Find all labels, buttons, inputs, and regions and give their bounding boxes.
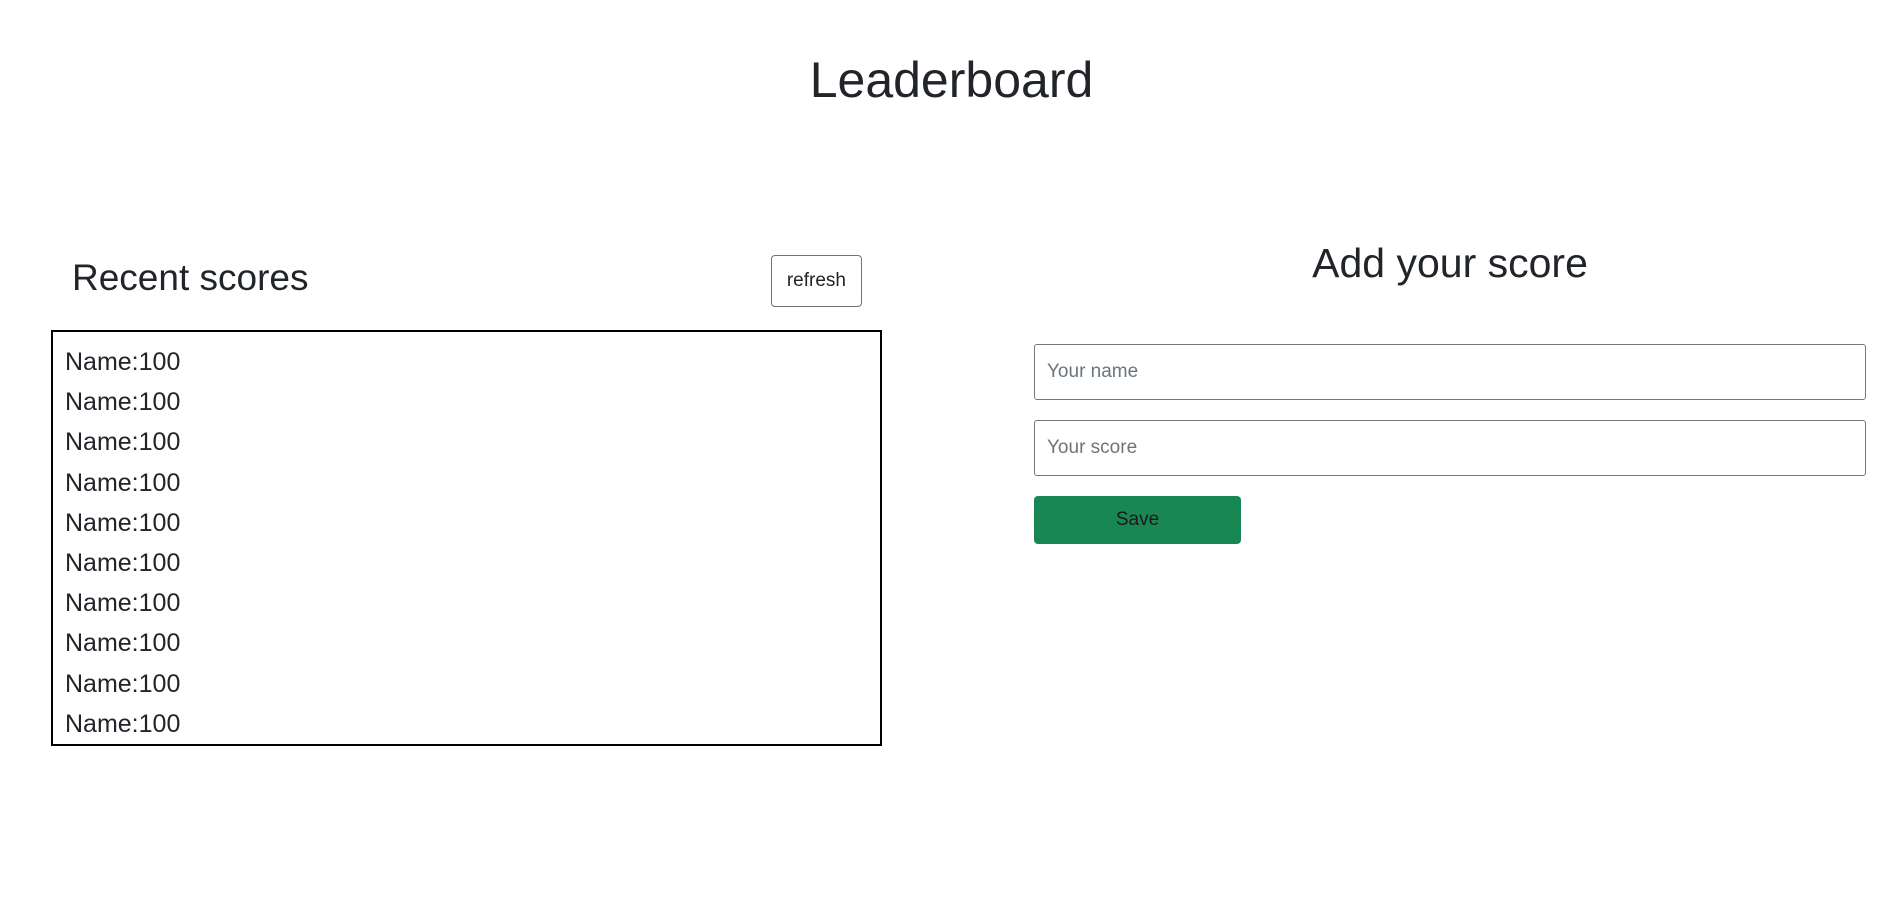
score-list: Name:100 Name:100 Name:100 Name:100 Name… — [51, 330, 882, 746]
add-score-form: Save — [1034, 344, 1866, 544]
score-list-item: Name:100 — [65, 589, 181, 618]
score-input[interactable] — [1034, 420, 1866, 476]
add-score-title: Add your score — [1312, 240, 1588, 286]
score-list-item: Name:100 — [65, 428, 181, 457]
recent-scores-title: Recent scores — [72, 257, 309, 298]
page-title: Leaderboard — [809, 52, 1094, 108]
save-button[interactable]: Save — [1034, 496, 1241, 544]
refresh-button[interactable]: refresh — [770, 255, 862, 307]
score-list-item: Name:100 — [65, 548, 181, 577]
score-list-item: Name:100 — [65, 468, 181, 497]
score-list-item: Name:100 — [65, 348, 181, 376]
score-list-item: Name:100 — [65, 508, 181, 537]
recent-scores-panel: Recent scores refresh Name:100 Name:100 … — [51, 255, 882, 746]
name-input[interactable] — [1034, 344, 1866, 400]
score-list-item: Name:100 — [65, 709, 181, 738]
score-list-item: Name:100 — [65, 388, 181, 417]
score-list-item: Name:100 — [65, 629, 181, 658]
add-score-panel: Add your score Save — [1034, 238, 1866, 544]
recent-scores-header: Recent scores refresh — [51, 255, 882, 330]
score-list-item: Name:100 — [65, 669, 181, 698]
